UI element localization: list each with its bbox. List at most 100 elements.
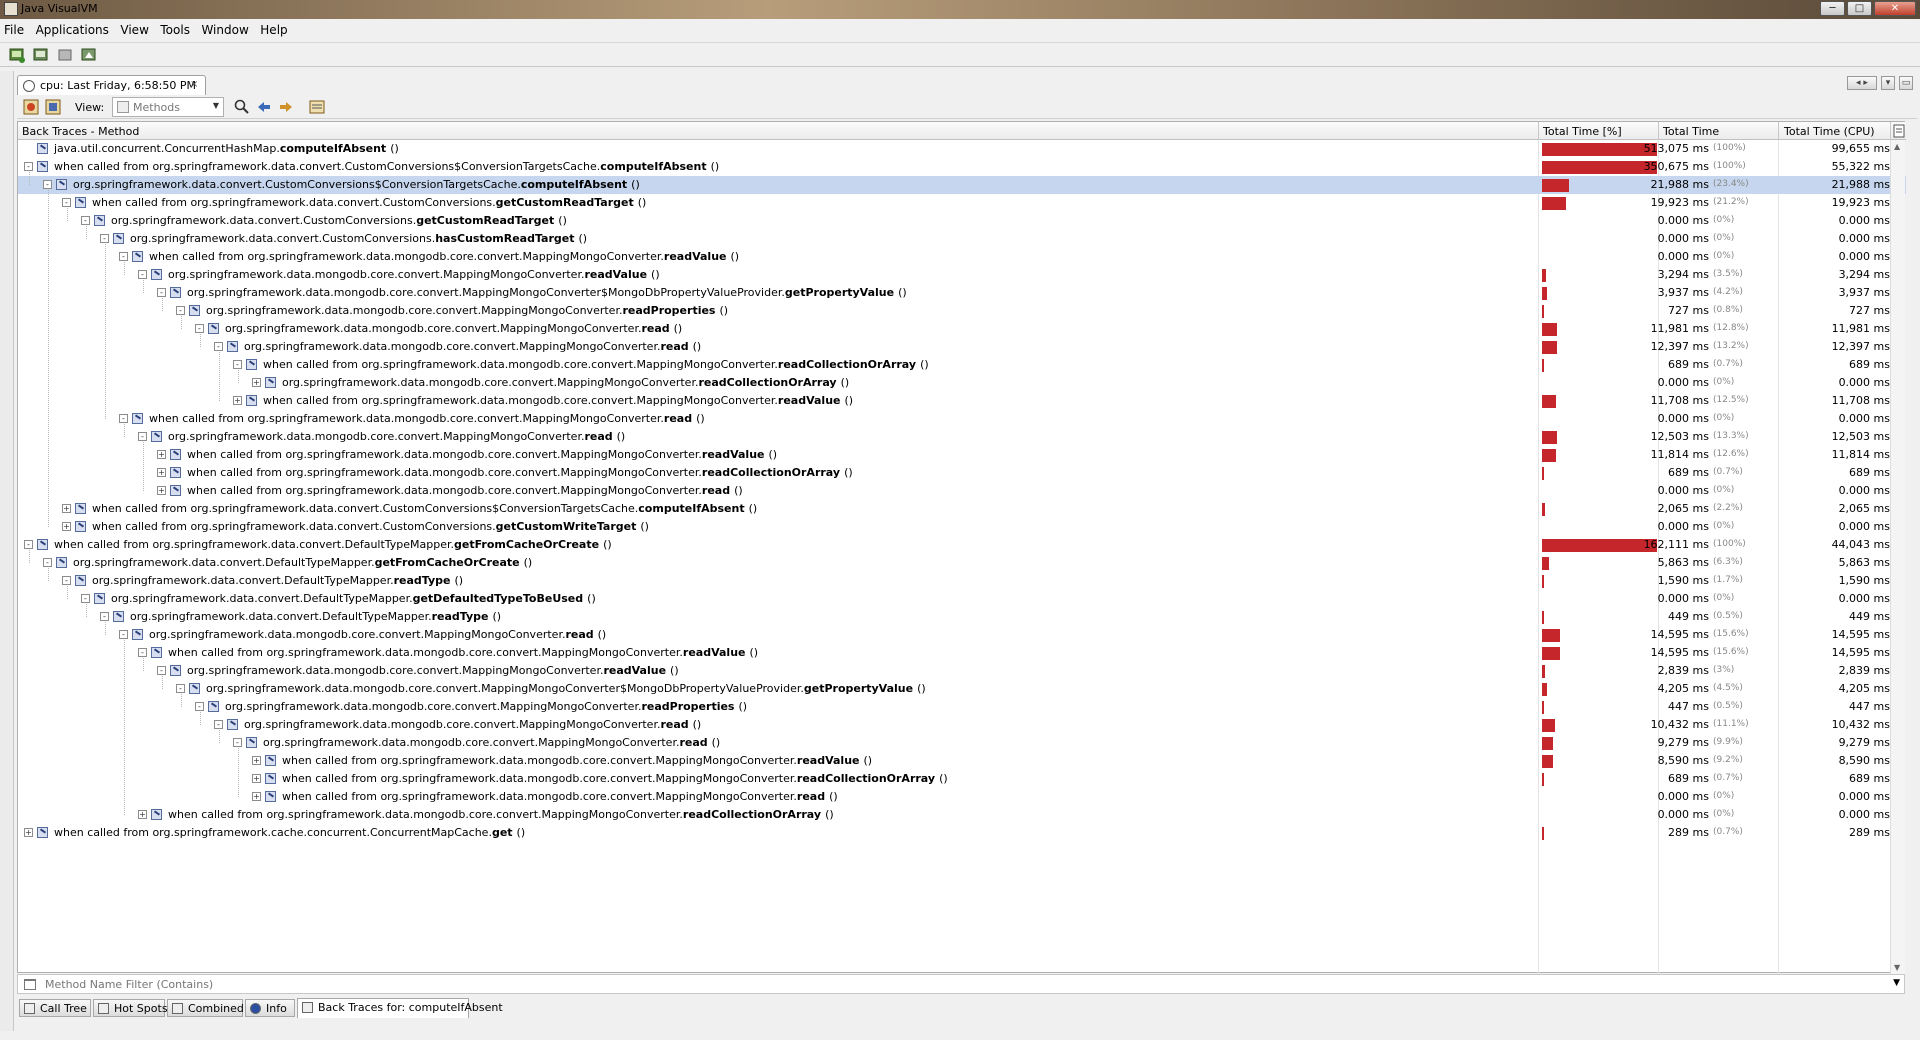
collapse-node-icon[interactable]: - <box>119 414 128 423</box>
tree-row[interactable]: - org.springframework.data.convert.Defaul… <box>18 608 1906 626</box>
tree-row[interactable]: - when called from org.springframework.da… <box>18 158 1906 176</box>
collapse-node-icon[interactable]: - <box>119 252 128 261</box>
collapse-node-icon[interactable]: - <box>176 306 185 315</box>
maximize-tab-button[interactable]: ▭ <box>1899 76 1913 90</box>
collapse-node-icon[interactable]: - <box>62 198 71 207</box>
collapse-node-icon[interactable]: - <box>24 540 33 549</box>
menu-tools[interactable]: Tools <box>156 19 194 37</box>
expand-node-icon[interactable]: + <box>252 378 261 387</box>
collapse-node-icon[interactable]: - <box>157 666 166 675</box>
collapse-node-icon[interactable]: - <box>43 180 52 189</box>
chevron-down-icon[interactable]: ▼ <box>1893 978 1900 988</box>
collapse-node-icon[interactable]: - <box>195 702 204 711</box>
tree-row[interactable]: + when called from org.springframework.da… <box>18 788 1906 806</box>
export-icon[interactable] <box>45 99 61 115</box>
collapse-node-icon[interactable]: - <box>195 324 204 333</box>
tree-row[interactable]: + when called from org.springframework.da… <box>18 518 1906 536</box>
find-previous-icon[interactable] <box>256 99 272 115</box>
column-header-total-pct[interactable]: Total Time [%] <box>1543 125 1622 138</box>
tree-row[interactable]: + when called from org.springframework.da… <box>18 446 1906 464</box>
tree-row[interactable]: - when called from org.springframework.da… <box>18 194 1906 212</box>
collapse-node-icon[interactable]: - <box>62 576 71 585</box>
maximize-button[interactable]: □ <box>1847 1 1872 16</box>
collapse-node-icon[interactable]: - <box>233 360 242 369</box>
tree-row[interactable]: - org.springframework.data.mongodb.core.c… <box>18 716 1906 734</box>
collapse-node-icon[interactable]: - <box>100 612 109 621</box>
tree-row[interactable]: - org.springframework.data.convert.Custom… <box>18 212 1906 230</box>
tab-list-dropdown[interactable]: ▾ <box>1881 76 1895 90</box>
tree-row[interactable]: + when called from org.springframework.da… <box>18 482 1906 500</box>
tree-row[interactable]: + when called from org.springframework.da… <box>18 806 1906 824</box>
expand-node-icon[interactable]: + <box>62 522 71 531</box>
tree-row[interactable]: - org.springframework.data.mongodb.core.c… <box>18 302 1906 320</box>
add-snapshot-icon[interactable] <box>56 46 74 64</box>
tree-row[interactable]: + when called from org.springframework.ca… <box>18 824 1906 842</box>
collapse-node-icon[interactable]: - <box>43 558 52 567</box>
collapse-node-icon[interactable]: - <box>138 648 147 657</box>
expand-node-icon[interactable]: + <box>252 792 261 801</box>
snapshot-icon[interactable] <box>23 99 39 115</box>
collapse-node-icon[interactable]: - <box>24 162 33 171</box>
expand-node-icon[interactable]: + <box>138 810 147 819</box>
collapse-node-icon[interactable]: - <box>81 216 90 225</box>
tab-hot-spots[interactable]: Hot Spots <box>93 999 168 1017</box>
menu-view[interactable]: View <box>116 19 152 37</box>
menu-help[interactable]: Help <box>256 19 291 37</box>
tree-row[interactable]: - org.springframework.data.mongodb.core.c… <box>18 320 1906 338</box>
tab-call-tree[interactable]: Call Tree <box>19 999 91 1017</box>
side-panel-collapsed[interactable] <box>0 71 14 1031</box>
minimize-button[interactable]: ─ <box>1820 1 1845 16</box>
column-header-cpu-time[interactable]: Total Time (CPU) <box>1784 125 1875 138</box>
menu-window[interactable]: Window <box>197 19 252 37</box>
expand-node-icon[interactable]: + <box>157 486 166 495</box>
settings-icon[interactable] <box>309 99 325 115</box>
search-icon[interactable] <box>234 99 250 115</box>
tab-close-icon[interactable]: × <box>190 79 198 90</box>
collapse-node-icon[interactable]: - <box>157 288 166 297</box>
collapse-node-icon[interactable]: - <box>138 432 147 441</box>
method-name-filter-input[interactable]: Method Name Filter (Contains) <box>45 978 213 991</box>
tree-row[interactable]: + when called from org.springframework.da… <box>18 770 1906 788</box>
tree-row[interactable]: - org.springframework.data.convert.Custom… <box>18 176 1906 194</box>
add-jmx-icon[interactable] <box>8 46 26 64</box>
collapse-node-icon[interactable]: - <box>214 342 223 351</box>
tree-row[interactable]: - org.springframework.data.mongodb.core.c… <box>18 662 1906 680</box>
tab-scroll-arrows[interactable]: ◂ ▸ <box>1847 76 1877 90</box>
tree-row[interactable]: - org.springframework.data.mongodb.core.c… <box>18 698 1906 716</box>
tree-row[interactable]: - org.springframework.data.convert.Defaul… <box>18 554 1906 572</box>
expand-node-icon[interactable]: + <box>233 396 242 405</box>
tab-info[interactable]: Info <box>245 999 295 1017</box>
tree-row[interactable]: - org.springframework.data.convert.Custom… <box>18 230 1906 248</box>
tree-row[interactable]: - org.springframework.data.mongodb.core.c… <box>18 626 1906 644</box>
tree-row[interactable]: - org.springframework.data.mongodb.core.c… <box>18 338 1906 356</box>
tree-row[interactable]: - when called from org.springframework.da… <box>18 644 1906 662</box>
tree-row[interactable]: java.util.concurrent.ConcurrentHashMap.c… <box>18 140 1906 158</box>
collapse-node-icon[interactable]: - <box>233 738 242 747</box>
tree-row[interactable]: + when called from org.springframework.da… <box>18 464 1906 482</box>
tree-row[interactable]: - when called from org.springframework.da… <box>18 536 1906 554</box>
tree-row[interactable]: - org.springframework.data.mongodb.core.c… <box>18 284 1906 302</box>
expand-node-icon[interactable]: + <box>252 774 261 783</box>
tree-row[interactable]: - when called from org.springframework.da… <box>18 248 1906 266</box>
tree-row[interactable]: - when called from org.springframework.da… <box>18 410 1906 428</box>
tree-row[interactable]: - org.springframework.data.mongodb.core.c… <box>18 734 1906 752</box>
collapse-node-icon[interactable]: - <box>176 684 185 693</box>
tree-row[interactable]: - org.springframework.data.mongodb.core.c… <box>18 680 1906 698</box>
vertical-scrollbar[interactable]: ▲ ▼ <box>1890 140 1905 974</box>
expand-node-icon[interactable]: + <box>157 468 166 477</box>
tree-row[interactable]: - org.springframework.data.convert.Defaul… <box>18 590 1906 608</box>
view-select[interactable]: Methods ▼ <box>112 97 224 117</box>
collapse-node-icon[interactable]: - <box>119 630 128 639</box>
add-remote-host-icon[interactable] <box>32 46 50 64</box>
load-snapshot-icon[interactable] <box>80 46 98 64</box>
tree-row[interactable]: - org.springframework.data.convert.Defaul… <box>18 572 1906 590</box>
collapse-node-icon[interactable]: - <box>100 234 109 243</box>
find-next-icon[interactable] <box>278 99 294 115</box>
expand-node-icon[interactable]: + <box>24 828 33 837</box>
tab-back-traces[interactable]: Back Traces for: computeIfAbsent <box>297 998 503 1018</box>
expand-node-icon[interactable]: + <box>62 504 71 513</box>
menu-file[interactable]: File <box>0 19 28 37</box>
tab-combined[interactable]: Combined <box>167 999 244 1017</box>
tree-row[interactable]: + org.springframework.data.mongodb.core.c… <box>18 374 1906 392</box>
expand-node-icon[interactable]: + <box>157 450 166 459</box>
